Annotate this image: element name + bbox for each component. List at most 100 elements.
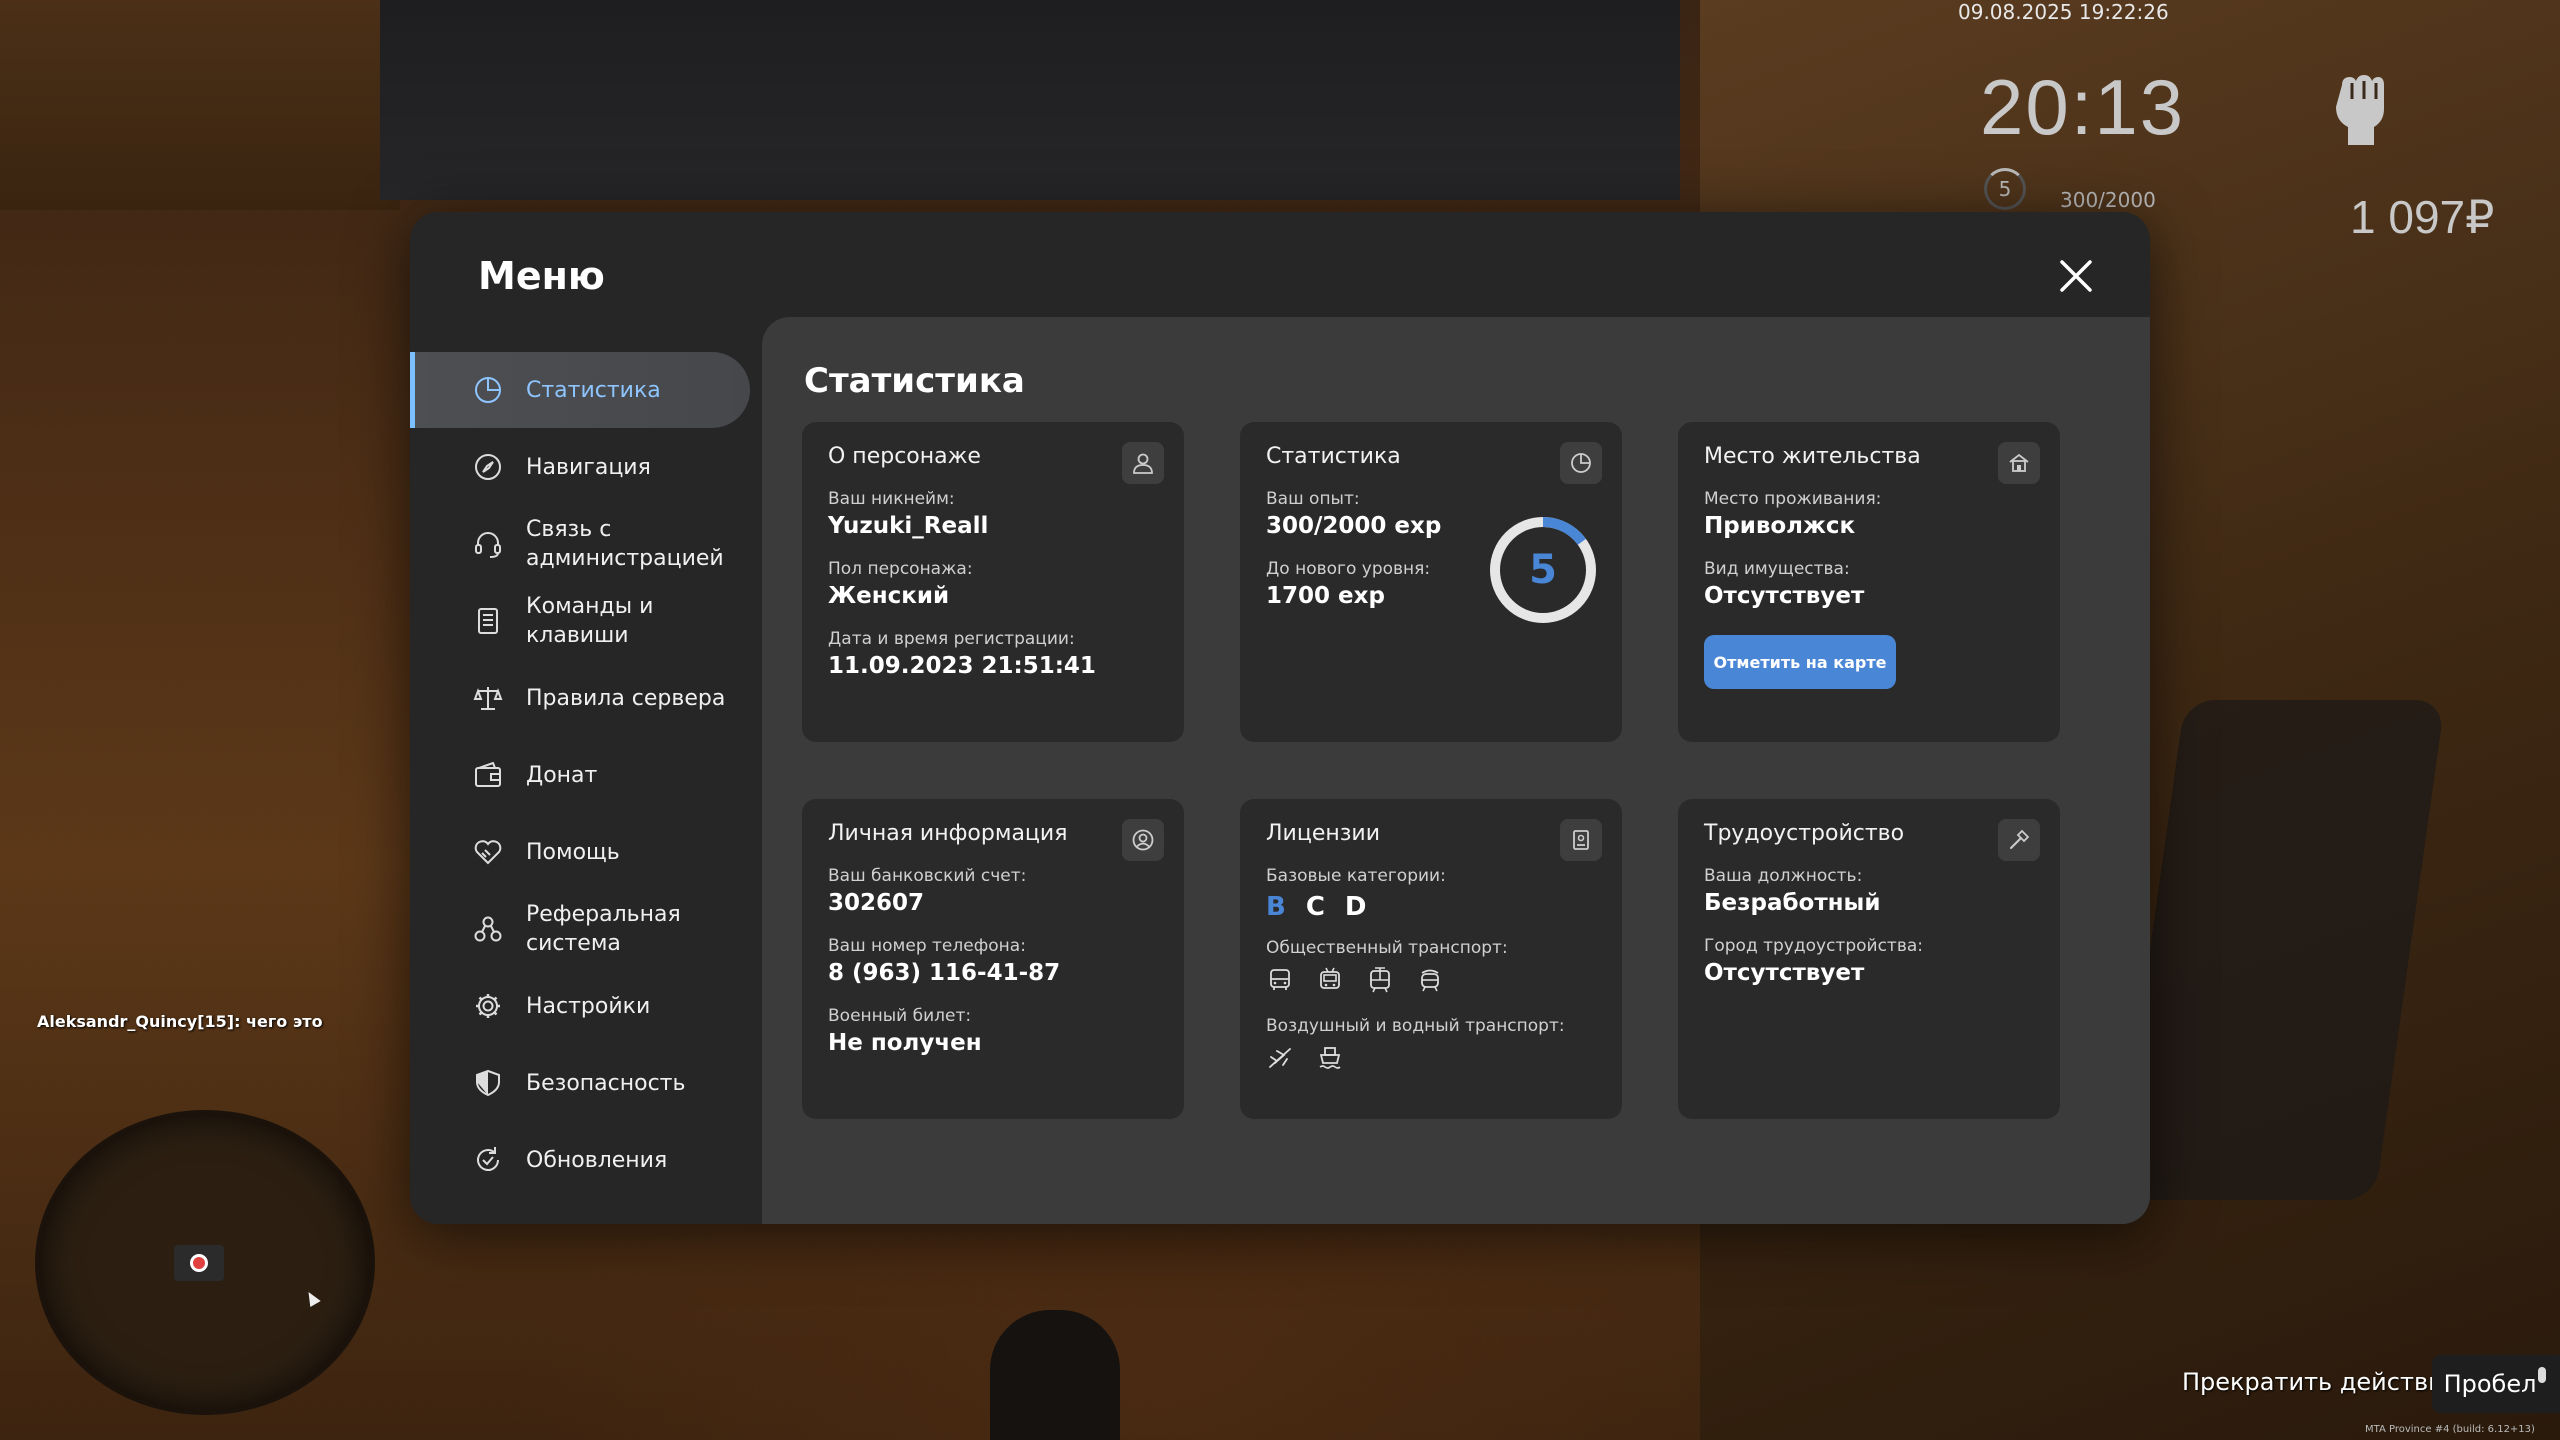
base-categories-label: Базовые категории: bbox=[1266, 866, 1446, 886]
minimap-player-marker bbox=[174, 1245, 224, 1281]
nickname-label: Ваш никнейм: bbox=[828, 489, 955, 509]
chat-line: Aleksandr_Quincy[15]: чего это bbox=[37, 1012, 323, 1031]
wallet-icon bbox=[472, 759, 504, 791]
sidebar-item-help[interactable]: Помощь bbox=[410, 814, 750, 890]
gender-value: Женский bbox=[828, 583, 950, 609]
trolleybus-icon bbox=[1316, 966, 1344, 994]
sidebar-item-updates[interactable]: Обновления bbox=[410, 1122, 750, 1198]
compass-icon bbox=[472, 451, 504, 483]
document-icon bbox=[472, 605, 504, 637]
sidebar-item-label: Реферальная система bbox=[526, 902, 681, 956]
public-transport-label: Общественный транспорт: bbox=[1266, 938, 1508, 958]
level-progress-ring: 5 bbox=[1488, 515, 1598, 625]
hud-exp: 300/2000 bbox=[2060, 188, 2156, 212]
sidebar-item-admin-contact[interactable]: Связь с администрацией bbox=[410, 506, 750, 582]
hud-level-ring: 5 bbox=[1984, 168, 2026, 210]
military-value: Не получен bbox=[828, 1030, 982, 1056]
user-icon bbox=[1122, 442, 1164, 484]
action-hint-text: Прекратить действие bbox=[2182, 1368, 2459, 1396]
sidebar-item-settings[interactable]: Настройки bbox=[410, 968, 750, 1044]
place-label: Место проживания: bbox=[1704, 489, 1882, 509]
bank-value: 302607 bbox=[828, 890, 925, 916]
gender-label: Пол персонажа: bbox=[828, 559, 973, 579]
license-category-c: C bbox=[1305, 892, 1325, 922]
phone-label: Ваш номер телефона: bbox=[828, 936, 1026, 956]
residence-card: Место жительства Место проживания: Приво… bbox=[1678, 422, 2060, 742]
sidebar-item-security[interactable]: Безопасность bbox=[410, 1045, 750, 1121]
mark-on-map-button[interactable]: Отметить на карте bbox=[1704, 635, 1896, 689]
minimap[interactable] bbox=[35, 1110, 375, 1415]
property-value: Отсутствует bbox=[1704, 583, 1865, 609]
character-card: О персонаже Ваш никнейм: Yuzuki_Reall По… bbox=[802, 422, 1184, 742]
level-number: 5 bbox=[1529, 547, 1557, 593]
exp-label: Ваш опыт: bbox=[1266, 489, 1360, 509]
hammer-icon bbox=[1998, 819, 2040, 861]
menu-window: Меню Статистика Навигация Связь с админи… bbox=[410, 212, 2150, 1224]
sidebar-item-label: Обновления bbox=[526, 1147, 668, 1173]
work-city-value: Отсутствует bbox=[1704, 960, 1865, 986]
sidebar-item-commands[interactable]: Команды и клавиши bbox=[410, 583, 750, 659]
licenses-card: Лицензии Базовые категории: B C D Общест… bbox=[1240, 799, 1622, 1119]
user-circle-icon bbox=[1122, 819, 1164, 861]
build-version: MTA Province #4 (build: 6.12+13) bbox=[2365, 1424, 2535, 1435]
sidebar: Статистика Навигация Связь с администрац… bbox=[410, 352, 750, 1199]
fist-icon bbox=[2330, 70, 2390, 150]
sidebar-item-label: Навигация bbox=[526, 454, 651, 480]
card-title: Трудоустройство bbox=[1704, 821, 1905, 846]
position-value: Безработный bbox=[1704, 890, 1881, 916]
sidebar-item-label: Правила сервера bbox=[526, 685, 726, 711]
sidebar-item-statistics[interactable]: Статистика bbox=[410, 352, 750, 428]
stats-content-panel: Статистика О персонаже Ваш никнейм: Yuzu… bbox=[762, 317, 2150, 1224]
personal-info-card: Личная информация Ваш банковский счет: 3… bbox=[802, 799, 1184, 1119]
card-title: О персонаже bbox=[828, 444, 981, 469]
work-city-label: Город трудоустройства: bbox=[1704, 936, 1923, 956]
background-wall bbox=[380, 0, 1680, 200]
scales-icon bbox=[472, 682, 504, 714]
sidebar-item-label: Донат bbox=[526, 762, 598, 788]
handshake-heart-icon bbox=[472, 836, 504, 868]
action-hint-key[interactable]: Пробел bbox=[2432, 1355, 2560, 1413]
airplane-icon bbox=[1266, 1044, 1294, 1072]
hud-clock: 20:13 bbox=[1980, 63, 2186, 151]
action-hint-key-label: Пробел bbox=[2443, 1370, 2537, 1398]
card-title: Лицензии bbox=[1266, 821, 1381, 846]
license-categories: B C D bbox=[1266, 892, 1596, 922]
registration-label: Дата и время регистрации: bbox=[828, 629, 1075, 649]
hud-money: 1 097₽ bbox=[2350, 191, 2495, 243]
stats-icon bbox=[472, 374, 504, 406]
sidebar-item-referral[interactable]: Реферальная система bbox=[410, 891, 750, 967]
place-value: Приволжск bbox=[1704, 513, 1856, 539]
shield-icon bbox=[472, 1067, 504, 1099]
sidebar-item-label: Связь с администрацией bbox=[526, 517, 724, 571]
microphone-icon bbox=[2538, 1367, 2546, 1383]
stats-icon bbox=[1560, 442, 1602, 484]
close-button[interactable] bbox=[2056, 256, 2096, 296]
sidebar-item-rules[interactable]: Правила сервера bbox=[410, 660, 750, 736]
air-water-transport-label: Воздушный и водный транспорт: bbox=[1266, 1016, 1565, 1036]
sidebar-item-label: Безопасность bbox=[526, 1070, 686, 1096]
sidebar-item-label: Настройки bbox=[526, 993, 651, 1019]
position-label: Ваша должность: bbox=[1704, 866, 1863, 886]
sidebar-item-label: Команды и клавиши bbox=[526, 594, 654, 648]
content-title: Статистика bbox=[804, 361, 1025, 401]
sidebar-item-navigation[interactable]: Навигация bbox=[410, 429, 750, 505]
menu-title: Меню bbox=[478, 254, 605, 298]
sidebar-item-donate[interactable]: Донат bbox=[410, 737, 750, 813]
minimap-cursor-icon bbox=[303, 1288, 321, 1308]
air-water-transport-icons bbox=[1266, 1044, 1596, 1072]
public-transport-icons bbox=[1266, 966, 1596, 994]
nickname-value: Yuzuki_Reall bbox=[828, 513, 989, 539]
id-card-icon bbox=[1560, 819, 1602, 861]
military-label: Военный билет: bbox=[828, 1006, 972, 1026]
registration-value: 11.09.2023 21:51:41 bbox=[828, 653, 1096, 679]
close-icon bbox=[2060, 260, 2092, 292]
tram-icon bbox=[1366, 966, 1394, 994]
bank-label: Ваш банковский счет: bbox=[828, 866, 1027, 886]
license-category-b: B bbox=[1266, 892, 1286, 922]
statistics-card: Статистика Ваш опыт: 300/2000 exp До нов… bbox=[1240, 422, 1622, 742]
sidebar-item-label: Статистика bbox=[526, 377, 661, 403]
license-category-d: D bbox=[1344, 892, 1367, 922]
home-icon bbox=[1998, 442, 2040, 484]
bus-icon bbox=[1266, 966, 1294, 994]
ship-icon bbox=[1316, 1044, 1344, 1072]
